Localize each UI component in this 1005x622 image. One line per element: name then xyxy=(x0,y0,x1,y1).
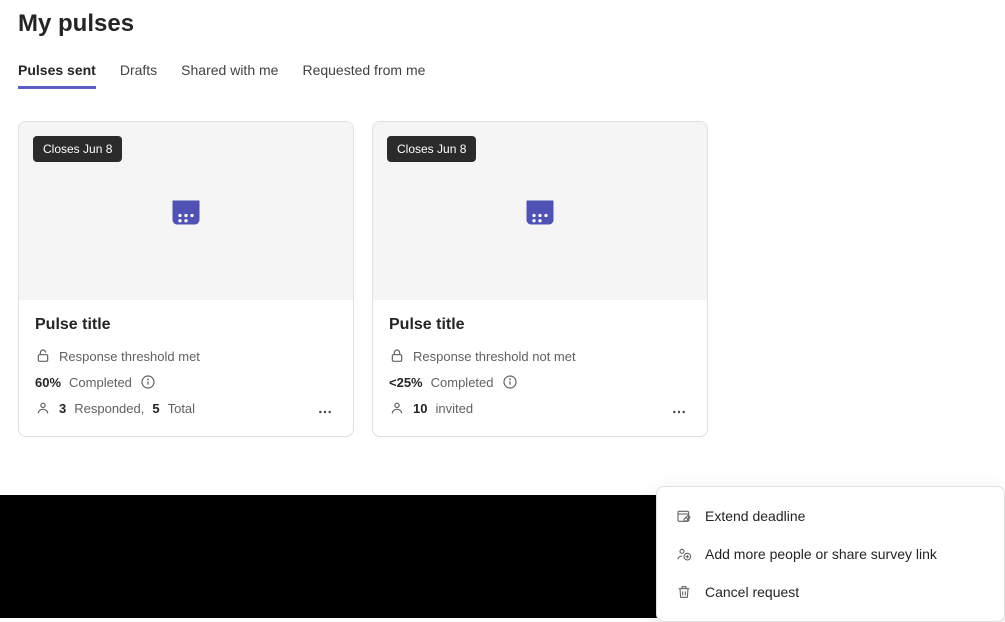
calendar-grid-icon xyxy=(522,193,558,229)
completed-label: Completed xyxy=(69,375,132,390)
completed-row: <25% Completed xyxy=(389,374,691,390)
tab-drafts[interactable]: Drafts xyxy=(120,62,157,89)
threshold-row: Response threshold not met xyxy=(389,348,691,364)
background-overlay xyxy=(0,495,762,618)
people-count-2: 5 xyxy=(152,401,159,416)
menu-item-label: Extend deadline xyxy=(705,508,805,524)
pulse-card[interactable]: Closes Jun 8 Pulse title Response thresh… xyxy=(372,121,708,437)
info-icon[interactable] xyxy=(140,374,156,390)
tab-pulses-sent[interactable]: Pulses sent xyxy=(18,62,96,89)
card-header: Closes Jun 8 xyxy=(19,122,353,300)
tabs-bar: Pulses sent Drafts Shared with me Reques… xyxy=(18,62,744,89)
people-add-icon xyxy=(675,545,693,563)
closes-badge: Closes Jun 8 xyxy=(387,136,476,162)
people-count-1: 3 xyxy=(59,401,66,416)
people-row: 10 invited xyxy=(389,400,691,416)
unlock-icon xyxy=(35,348,51,364)
calendar-edit-icon xyxy=(675,507,693,525)
menu-item-label: Add more people or share survey link xyxy=(705,546,937,562)
tab-requested-from-me[interactable]: Requested from me xyxy=(302,62,425,89)
trash-icon xyxy=(675,583,693,601)
calendar-grid-icon xyxy=(168,193,204,229)
threshold-text: Response threshold not met xyxy=(413,349,576,364)
completed-pct: <25% xyxy=(389,375,423,390)
pulse-cards: Closes Jun 8 Pulse title Response thresh… xyxy=(18,121,744,437)
more-actions-button[interactable] xyxy=(313,400,337,424)
people-label-1: Responded, xyxy=(74,401,144,416)
threshold-row: Response threshold met xyxy=(35,348,337,364)
card-body: Pulse title Response threshold not met <… xyxy=(373,300,707,436)
threshold-text: Response threshold met xyxy=(59,349,200,364)
info-icon[interactable] xyxy=(502,374,518,390)
context-menu: Extend deadline Add more people or share… xyxy=(656,486,1005,622)
people-row: 3 Responded, 5 Total xyxy=(35,400,337,416)
card-header: Closes Jun 8 xyxy=(373,122,707,300)
completed-label: Completed xyxy=(431,375,494,390)
completed-row: 60% Completed xyxy=(35,374,337,390)
person-icon xyxy=(35,400,51,416)
completed-pct: 60% xyxy=(35,375,61,390)
pulse-card[interactable]: Closes Jun 8 Pulse title Response thresh… xyxy=(18,121,354,437)
menu-item-add-people[interactable]: Add more people or share survey link xyxy=(657,535,1004,573)
page-title: My pulses xyxy=(18,10,744,38)
card-title: Pulse title xyxy=(35,316,337,334)
people-label-2: Total xyxy=(168,401,195,416)
closes-badge: Closes Jun 8 xyxy=(33,136,122,162)
person-icon xyxy=(389,400,405,416)
menu-item-label: Cancel request xyxy=(705,584,799,600)
people-label-1: invited xyxy=(435,401,473,416)
people-count-1: 10 xyxy=(413,401,427,416)
more-actions-button[interactable] xyxy=(667,400,691,424)
lock-icon xyxy=(389,348,405,364)
card-body: Pulse title Response threshold met 60% C… xyxy=(19,300,353,436)
tab-shared-with-me[interactable]: Shared with me xyxy=(181,62,278,89)
card-title: Pulse title xyxy=(389,316,691,334)
menu-item-extend-deadline[interactable]: Extend deadline xyxy=(657,497,1004,535)
menu-item-cancel-request[interactable]: Cancel request xyxy=(657,573,1004,611)
